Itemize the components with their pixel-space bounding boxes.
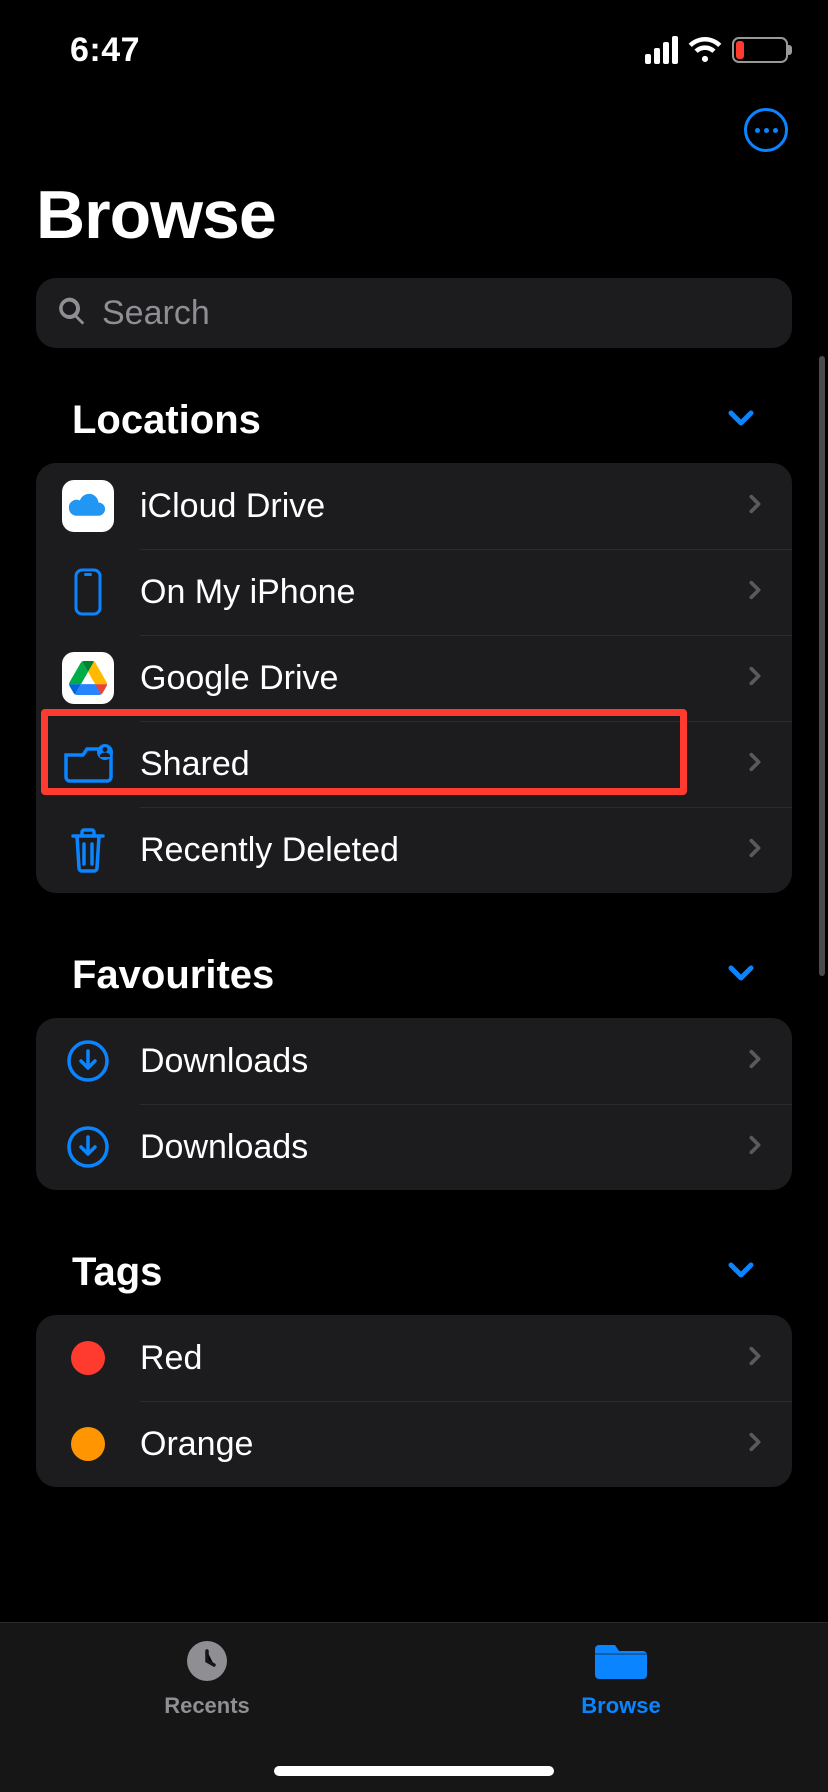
chevron-right-icon [744,751,766,778]
clock-icon [185,1637,229,1685]
battery-icon [732,37,788,63]
favourites-header[interactable]: Favourites [36,953,792,1018]
chevron-right-icon [744,1431,766,1458]
list-item-label: Red [140,1339,718,1378]
list-item-label: On My iPhone [140,573,718,612]
chevron-right-icon [744,837,766,864]
scroll-indicator[interactable] [819,356,825,976]
status-indicators [645,34,788,67]
list-item-label: Downloads [140,1128,718,1167]
cellular-icon [645,36,678,64]
download-icon [62,1121,114,1173]
section-title: Favourites [72,953,274,998]
favourites-group: Downloads Downloads [36,1018,792,1190]
search-input[interactable] [102,294,772,333]
status-time: 6:47 [70,31,140,70]
list-item-label: Shared [140,745,718,784]
tab-label: Browse [581,1693,660,1719]
status-bar: 6:47 [0,0,828,100]
list-item-label: Orange [140,1425,718,1464]
location-recently-deleted[interactable]: Recently Deleted [36,807,792,893]
list-item-label: Google Drive [140,659,718,698]
page-title: Browse [36,176,792,254]
location-shared[interactable]: Shared [36,721,792,807]
content: Browse Locations iCloud Drive [0,100,828,1622]
tab-bar: Recents Browse [0,1622,828,1792]
trash-icon [62,824,114,876]
wifi-icon [688,34,722,67]
folder-icon [595,1637,647,1685]
tags-header[interactable]: Tags [36,1250,792,1315]
chevron-right-icon [744,579,766,606]
tag-color-dot [71,1341,105,1375]
chevron-right-icon [744,493,766,520]
list-item-label: iCloud Drive [140,487,718,526]
download-icon [62,1035,114,1087]
list-item-label: Downloads [140,1042,718,1081]
icloud-icon [62,480,114,532]
tab-label: Recents [164,1693,250,1719]
favourite-downloads[interactable]: Downloads [36,1104,792,1190]
locations-group: iCloud Drive On My iPhone Google Drive [36,463,792,893]
iphone-icon [62,566,114,618]
home-indicator[interactable] [274,1766,554,1776]
location-icloud-drive[interactable]: iCloud Drive [36,463,792,549]
chevron-down-icon [726,1255,756,1290]
list-item-label: Recently Deleted [140,831,718,870]
section-title: Tags [72,1250,162,1295]
shared-folder-icon [62,738,114,790]
tag-color-dot [71,1427,105,1461]
search-field[interactable] [36,278,792,348]
tag-red[interactable]: Red [36,1315,792,1401]
chevron-down-icon [726,958,756,993]
chevron-down-icon [726,403,756,438]
section-title: Locations [72,398,261,443]
chevron-right-icon [744,1134,766,1161]
locations-header[interactable]: Locations [36,398,792,463]
tags-group: Red Orange [36,1315,792,1487]
more-options-button[interactable] [744,108,788,152]
location-google-drive[interactable]: Google Drive [36,635,792,721]
google-drive-icon [62,652,114,704]
chevron-right-icon [744,1048,766,1075]
chevron-right-icon [744,1345,766,1372]
favourite-downloads[interactable]: Downloads [36,1018,792,1104]
location-on-my-iphone[interactable]: On My iPhone [36,549,792,635]
tag-orange[interactable]: Orange [36,1401,792,1487]
search-icon [56,295,88,332]
chevron-right-icon [744,665,766,692]
